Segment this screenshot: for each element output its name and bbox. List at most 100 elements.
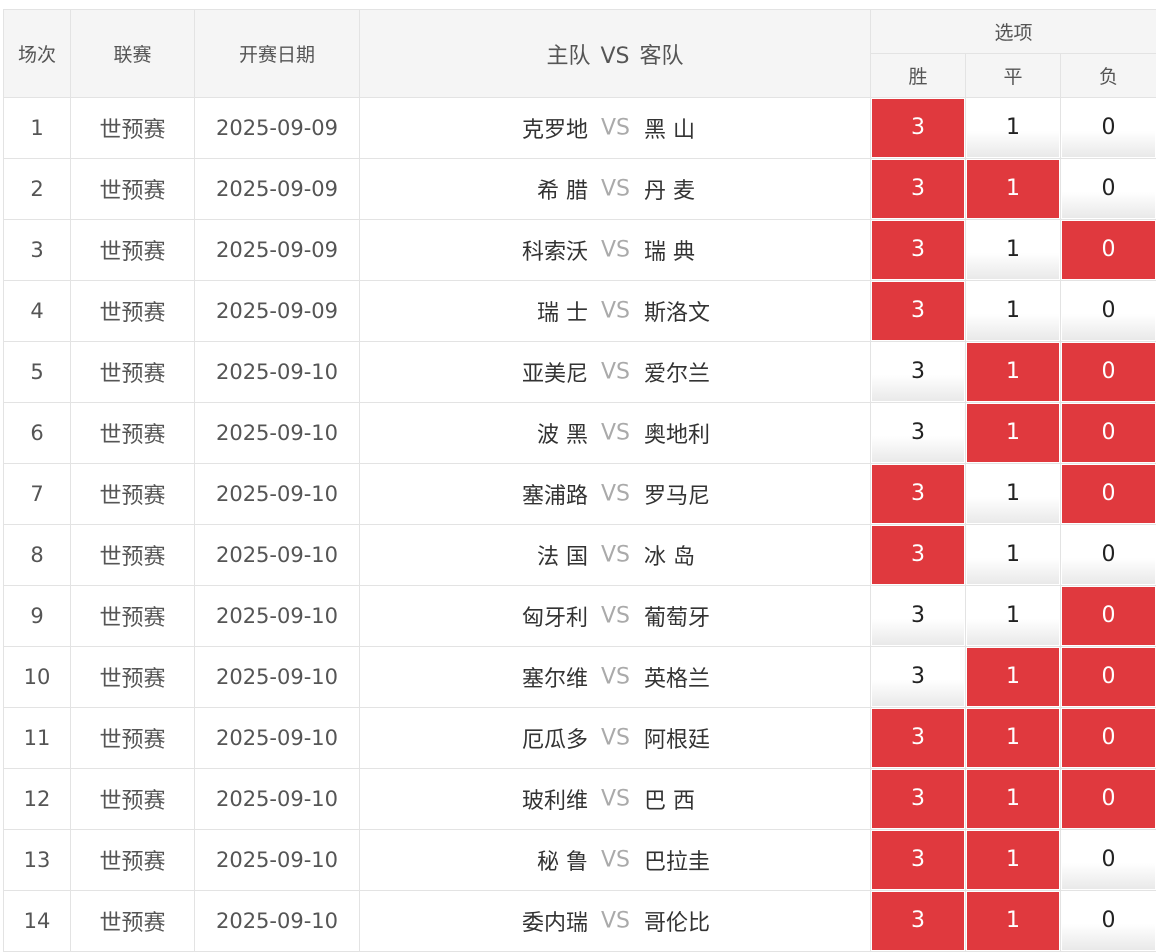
lose-option-cell: 0 <box>1059 463 1156 525</box>
draw-option-button[interactable]: 1 <box>967 587 1059 645</box>
lose-option-button[interactable]: 0 <box>1062 465 1156 523</box>
lose-option-button[interactable]: 0 <box>1062 221 1156 279</box>
match-no: 11 <box>3 707 71 769</box>
lose-option-button[interactable]: 0 <box>1062 404 1156 462</box>
match-date: 2025-09-10 <box>194 463 360 525</box>
draw-option-cell: 1 <box>965 585 1061 647</box>
draw-option-cell: 1 <box>965 402 1061 464</box>
home-team: 塞尔维 <box>521 667 588 692</box>
away-team: 葡萄牙 <box>644 606 711 631</box>
home-team: 希 腊 <box>537 179 588 204</box>
win-option-cell: 3 <box>870 341 966 403</box>
table-row: 8 世预赛 2025-09-10 法 国 VS 冰 岛 3 1 0 <box>3 524 1156 586</box>
lose-option-button[interactable]: 0 <box>1062 526 1156 584</box>
table-row: 11 世预赛 2025-09-10 厄瓜多 VS 阿根廷 3 1 0 <box>3 707 1156 769</box>
lose-option-button[interactable]: 0 <box>1062 709 1156 767</box>
lose-option-button[interactable]: 0 <box>1062 282 1156 340</box>
lose-option-button[interactable]: 0 <box>1062 770 1156 828</box>
draw-option-button[interactable]: 1 <box>967 831 1059 889</box>
draw-option-cell: 1 <box>965 158 1061 220</box>
lose-option-button[interactable]: 0 <box>1062 831 1156 889</box>
header-teams: 主队 VS 客队 <box>359 9 871 98</box>
draw-option-button[interactable]: 1 <box>967 648 1059 706</box>
teams-cell: 克罗地 VS 黑 山 <box>359 97 871 159</box>
match-no: 6 <box>3 402 71 464</box>
win-option-button[interactable]: 3 <box>872 587 964 645</box>
draw-option-cell: 1 <box>965 463 1061 525</box>
match-no: 9 <box>3 585 71 647</box>
teams-cell: 波 黑 VS 奥地利 <box>359 402 871 464</box>
win-option-button[interactable]: 3 <box>872 465 964 523</box>
lose-option-button[interactable]: 0 <box>1062 648 1156 706</box>
draw-option-cell: 1 <box>965 97 1061 159</box>
draw-option-button[interactable]: 1 <box>967 282 1059 340</box>
win-option-button[interactable]: 3 <box>872 282 964 340</box>
teams-cell: 瑞 士 VS 斯洛文 <box>359 280 871 342</box>
draw-option-button[interactable]: 1 <box>967 221 1059 279</box>
header-home: 主队 <box>546 43 591 69</box>
draw-option-button[interactable]: 1 <box>967 404 1059 462</box>
draw-option-cell: 1 <box>965 707 1061 769</box>
league-name: 世预赛 <box>70 219 195 281</box>
league-name: 世预赛 <box>70 890 195 952</box>
table-body: 1 世预赛 2025-09-09 克罗地 VS 黑 山 3 1 0 2 世预赛 … <box>3 97 1156 952</box>
draw-option-button[interactable]: 1 <box>967 343 1059 401</box>
header-match-no: 场次 <box>3 9 71 98</box>
home-team: 法 国 <box>537 545 588 570</box>
teams-cell: 委内瑞 VS 哥伦比 <box>359 890 871 952</box>
win-option-cell: 3 <box>870 402 966 464</box>
match-no: 7 <box>3 463 71 525</box>
league-name: 世预赛 <box>70 646 195 708</box>
lose-option-cell: 0 <box>1059 890 1156 952</box>
vs-label: VS <box>601 786 631 812</box>
lose-option-cell: 0 <box>1059 341 1156 403</box>
vs-label: VS <box>601 542 631 568</box>
match-date: 2025-09-10 <box>194 524 360 586</box>
league-name: 世预赛 <box>70 341 195 403</box>
vs-label: VS <box>601 481 631 507</box>
win-option-button[interactable]: 3 <box>872 343 964 401</box>
away-team: 罗马尼 <box>644 484 711 509</box>
match-date: 2025-09-10 <box>194 829 360 891</box>
lose-option-button[interactable]: 0 <box>1062 587 1156 645</box>
win-option-button[interactable]: 3 <box>872 526 964 584</box>
win-option-button[interactable]: 3 <box>872 404 964 462</box>
win-option-button[interactable]: 3 <box>872 831 964 889</box>
win-option-button[interactable]: 3 <box>872 892 964 950</box>
draw-option-button[interactable]: 1 <box>967 892 1059 950</box>
draw-option-cell: 1 <box>965 280 1061 342</box>
win-option-button[interactable]: 3 <box>872 770 964 828</box>
match-no: 1 <box>3 97 71 159</box>
draw-option-button[interactable]: 1 <box>967 526 1059 584</box>
draw-option-button[interactable]: 1 <box>967 770 1059 828</box>
table-row: 5 世预赛 2025-09-10 亚美尼 VS 爱尔兰 3 1 0 <box>3 341 1156 403</box>
win-option-button[interactable]: 3 <box>872 221 964 279</box>
draw-option-button[interactable]: 1 <box>967 709 1059 767</box>
header-league: 联赛 <box>70 9 195 98</box>
win-option-cell: 3 <box>870 646 966 708</box>
lose-option-button[interactable]: 0 <box>1062 892 1156 950</box>
match-date: 2025-09-10 <box>194 646 360 708</box>
lose-option-button[interactable]: 0 <box>1062 160 1156 218</box>
win-option-button[interactable]: 3 <box>872 99 964 157</box>
lose-option-button[interactable]: 0 <box>1062 99 1156 157</box>
draw-option-button[interactable]: 1 <box>967 465 1059 523</box>
teams-cell: 塞浦路 VS 罗马尼 <box>359 463 871 525</box>
betting-table-container: 场次 联赛 开赛日期 主队 VS 客队 选项 胜 平 负 1 世预赛 2025-09… <box>3 9 1156 952</box>
header-away: 客队 <box>639 43 684 69</box>
vs-label: VS <box>601 298 631 324</box>
win-option-button[interactable]: 3 <box>872 709 964 767</box>
teams-cell: 塞尔维 VS 英格兰 <box>359 646 871 708</box>
win-option-button[interactable]: 3 <box>872 160 964 218</box>
league-name: 世预赛 <box>70 463 195 525</box>
lose-option-button[interactable]: 0 <box>1062 343 1156 401</box>
match-options-table: 场次 联赛 开赛日期 主队 VS 客队 选项 胜 平 负 1 世预赛 2025-09… <box>3 9 1156 952</box>
win-option-button[interactable]: 3 <box>872 648 964 706</box>
draw-option-button[interactable]: 1 <box>967 160 1059 218</box>
win-option-cell: 3 <box>870 219 966 281</box>
vs-label: VS <box>601 115 631 141</box>
draw-option-cell: 1 <box>965 646 1061 708</box>
vs-label: VS <box>601 359 631 385</box>
draw-option-button[interactable]: 1 <box>967 99 1059 157</box>
home-team: 科索沃 <box>521 240 588 265</box>
